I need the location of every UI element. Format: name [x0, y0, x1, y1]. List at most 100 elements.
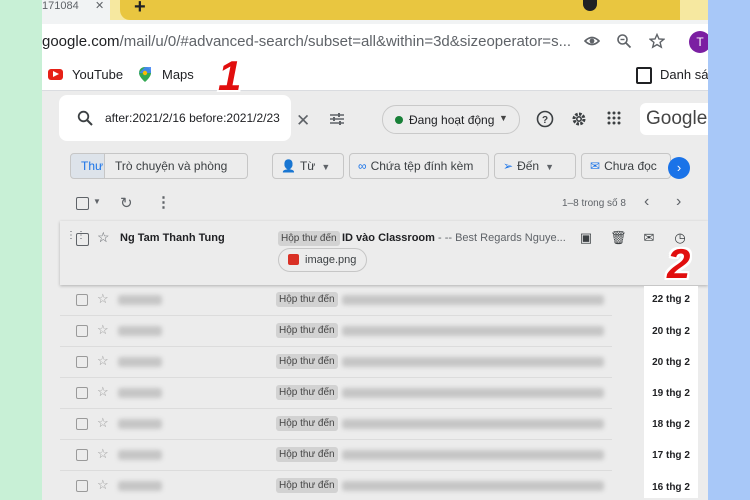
row-checkbox[interactable] — [76, 418, 88, 430]
blurred-sender — [118, 481, 162, 491]
table-row[interactable]: ☆ Hộp thư đến — [60, 378, 612, 409]
bookmark-youtube[interactable]: YouTube — [72, 67, 123, 82]
youtube-icon — [48, 69, 63, 80]
blurred-subject — [342, 295, 604, 305]
row-date: 16 thg 2 — [652, 482, 690, 493]
chip-label: Thư — [81, 159, 104, 173]
chip-mail[interactable]: Thư — [70, 153, 106, 179]
mark-read-icon[interactable]: ✉ — [641, 230, 657, 246]
row-checkbox[interactable] — [76, 449, 88, 461]
search-options-icon[interactable] — [329, 111, 345, 127]
reading-list-icon[interactable] — [636, 67, 652, 84]
address-bar[interactable]: google.com/mail/u/0/#advanced-search/sub… — [42, 24, 708, 60]
star-icon[interactable]: ☆ — [97, 229, 110, 246]
chip-to[interactable]: ➢ Đến ▼ — [494, 153, 576, 179]
chevron-down-icon: ▼ — [545, 162, 554, 172]
chevron-left-icon[interactable]: ‹ — [644, 193, 649, 211]
inbox-label[interactable]: Hộp thư đến — [276, 292, 338, 307]
bookmarks-bar: YouTube Maps Danh sác — [42, 60, 708, 91]
snippet-text: - -- Best Regards Nguye... — [434, 232, 566, 244]
chip-label: Chưa đọc — [604, 159, 657, 173]
star-icon[interactable]: ☆ — [97, 415, 109, 431]
inbox-label[interactable]: Hộp thư đến — [276, 416, 338, 431]
url-path: /mail/u/0/#advanced-search/subset=all&wi… — [119, 33, 572, 50]
star-icon[interactable]: ☆ — [97, 353, 109, 369]
settings-gear-icon[interactable] — [570, 110, 588, 128]
profile-avatar[interactable]: T — [689, 31, 708, 53]
table-row[interactable]: ☆ Hộp thư đến — [60, 285, 612, 316]
inbox-label[interactable]: Hộp thư đến — [276, 354, 338, 369]
table-row[interactable]: ☆ Hộp thư đến — [60, 316, 612, 347]
bookmark-maps[interactable]: Maps — [162, 67, 194, 82]
chevron-down-icon: ▼ — [321, 162, 331, 172]
inbox-label[interactable]: Hộp thư đến — [276, 385, 338, 400]
table-row[interactable]: ⋮⋮ ☆ Ng Tam Thanh Tung Hộp thư đến ID và… — [60, 221, 708, 285]
chevron-right-icon[interactable]: › — [676, 193, 681, 211]
chevron-down-icon[interactable]: ▼ — [93, 197, 101, 206]
row-checkbox[interactable] — [76, 387, 88, 399]
row-checkbox[interactable] — [76, 356, 88, 368]
search-icon[interactable] — [77, 110, 93, 126]
url-text[interactable]: google.com/mail/u/0/#advanced-search/sub… — [42, 33, 571, 50]
trash-icon[interactable]: 🗑 — [610, 230, 627, 246]
tab-close-icon[interactable]: ✕ — [95, 0, 104, 12]
row-checkbox[interactable] — [76, 233, 89, 246]
table-row[interactable]: ☆ Hộp thư đến — [60, 440, 612, 471]
sender-name: Ng Tam Thanh Tung — [120, 232, 225, 244]
blurred-subject — [342, 388, 604, 398]
step-marker-2: 2 — [667, 240, 691, 287]
refresh-icon[interactable]: ↻ — [120, 194, 133, 212]
star-icon[interactable]: ☆ — [97, 446, 109, 462]
row-checkbox[interactable] — [76, 480, 88, 492]
select-all-checkbox[interactable] — [76, 197, 89, 210]
new-tab-button[interactable]: + — [134, 0, 146, 19]
screenshot-frame: 171084 ✕ + google.com/mail/u/0/#advanced… — [42, 0, 708, 500]
mail-toolbar: ▼ ↻ ⋮ 1–8 trong số 8 ‹ › — [42, 187, 708, 219]
chip-from[interactable]: 👤 Từ ▼ — [272, 153, 344, 179]
bookmark-folder[interactable]: Danh sác — [660, 67, 708, 82]
chip-unread[interactable]: ✉ Chưa đọc — [581, 153, 671, 179]
star-icon[interactable]: ☆ — [97, 291, 109, 307]
row-checkbox[interactable] — [76, 294, 88, 306]
table-row[interactable]: ☆ Hộp thư đến — [60, 347, 612, 378]
row-checkbox[interactable] — [76, 325, 88, 337]
star-icon[interactable]: ☆ — [97, 384, 109, 400]
dates-highlight: 22 thg 2 20 thg 2 20 thg 2 19 thg 2 18 t… — [644, 286, 698, 498]
step-marker-1: 1 — [218, 52, 242, 99]
browser-tab[interactable]: 171084 ✕ — [42, 0, 110, 20]
table-row[interactable]: ☆ Hộp thư đến — [60, 409, 612, 440]
zoom-icon[interactable] — [615, 33, 633, 51]
inbox-label[interactable]: Hộp thư đến — [276, 447, 338, 462]
blurred-sender — [118, 450, 162, 460]
chips-next-icon[interactable]: › — [668, 157, 690, 179]
chip-chat-spaces[interactable]: Trò chuyện và phòng — [104, 153, 248, 179]
status-selector[interactable]: Đang hoạt động ▼ — [382, 105, 520, 134]
help-icon[interactable]: ? — [536, 110, 554, 128]
chip-has-attachment[interactable]: ∞ Chứa tệp đính kèm — [349, 153, 489, 179]
table-row[interactable]: ☆ Hộp thư đến — [60, 471, 612, 500]
star-icon[interactable]: ☆ — [97, 477, 109, 493]
search-input[interactable]: after:2021/2/16 before:2021/2/23 — [105, 111, 280, 125]
blurred-sender — [118, 388, 162, 398]
row-date: 19 thg 2 — [652, 388, 690, 399]
row-date: 18 thg 2 — [652, 419, 690, 430]
search-box[interactable]: after:2021/2/16 before:2021/2/23 — [59, 95, 291, 141]
mail-subject: ID vào Classroom - -- Best Regards Nguye… — [342, 232, 566, 244]
blurred-sender — [118, 295, 162, 305]
apps-grid-icon[interactable] — [605, 110, 623, 128]
image-file-icon — [288, 254, 299, 265]
right-background-band — [708, 0, 750, 500]
archive-icon[interactable]: ▣ — [578, 230, 594, 246]
clear-search-icon[interactable]: ✕ — [296, 111, 310, 131]
mail-icon: ✉ — [590, 159, 601, 173]
inbox-label[interactable]: Hộp thư đến — [276, 323, 338, 338]
more-options-icon[interactable]: ⋮ — [156, 193, 171, 211]
eye-icon[interactable] — [583, 33, 601, 51]
inbox-label[interactable]: Hộp thư đến — [278, 231, 340, 246]
star-icon[interactable]: ☆ — [97, 322, 109, 338]
subject-text: ID vào Classroom — [342, 232, 435, 244]
inbox-label[interactable]: Hộp thư đến — [276, 478, 338, 493]
attachment-chip[interactable]: image.png — [278, 248, 368, 272]
row-date: 17 thg 2 — [652, 450, 690, 461]
bookmark-star-icon[interactable] — [648, 32, 666, 51]
